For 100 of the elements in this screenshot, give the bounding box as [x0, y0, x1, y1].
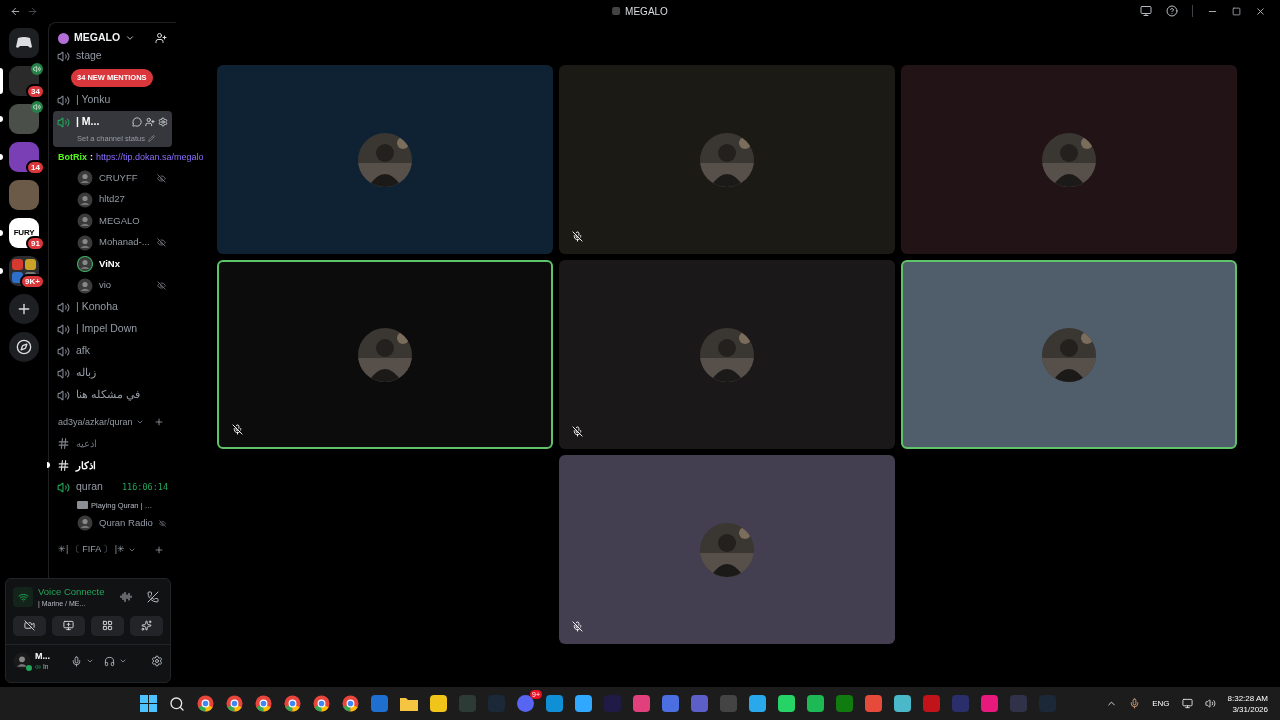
voice-member[interactable]: Mohanad-... [49, 231, 176, 254]
username[interactable]: M... [35, 650, 61, 662]
app-icon[interactable] [691, 695, 708, 712]
stream-off-icon [158, 518, 166, 528]
avatar [77, 213, 93, 229]
video-tile[interactable] [559, 65, 895, 254]
server-icon[interactable] [9, 104, 39, 134]
category-header[interactable]: ad3ya/azkar/quran [58, 415, 133, 429]
invite-icon[interactable] [145, 117, 155, 127]
voice-channel[interactable]: afk [53, 340, 172, 363]
server-name[interactable]: MEGALO [74, 30, 121, 46]
voice-channel[interactable]: | M... [53, 111, 172, 133]
overlay-separator: : [90, 150, 93, 164]
help-icon[interactable] [1166, 5, 1178, 17]
clock[interactable]: 8:32:28 AM 3/31/2026 [1227, 692, 1268, 715]
voice-member[interactable]: MEGALO [49, 210, 176, 232]
overlay-link[interactable]: https://tip.dokan.sa/megalo [96, 150, 204, 164]
video-tile[interactable] [217, 260, 553, 449]
back-icon[interactable] [10, 5, 21, 17]
microphone-icon[interactable] [71, 655, 82, 667]
app-icon[interactable] [749, 695, 766, 712]
voice-timer: 116:06:14 [121, 480, 168, 494]
microphone-icon[interactable] [1129, 698, 1141, 709]
headphones-icon[interactable] [104, 655, 115, 667]
app-icon[interactable] [865, 695, 882, 712]
discover-button[interactable] [9, 332, 39, 362]
voice-member[interactable]: ViNx [49, 253, 176, 275]
activities-button[interactable] [91, 615, 124, 636]
add-channel-icon[interactable] [154, 544, 164, 555]
app-icon[interactable] [633, 695, 650, 712]
noise-suppression-icon[interactable] [120, 591, 132, 604]
mention-count: 14 [26, 160, 45, 175]
browser-icon[interactable] [255, 695, 272, 712]
browser-icon[interactable] [197, 695, 214, 712]
pencil-icon[interactable] [147, 135, 155, 143]
app-icon[interactable] [778, 695, 795, 712]
avatar [77, 170, 93, 186]
disconnect-icon[interactable] [147, 591, 159, 604]
voice-channel[interactable]: | Konoha [53, 296, 172, 319]
app-icon[interactable] [575, 695, 592, 712]
chevron-icon[interactable] [125, 33, 136, 43]
voice-status[interactable]: Voice Connecte [38, 585, 110, 600]
voice-member[interactable]: vio [49, 274, 176, 297]
settings-icon[interactable] [158, 117, 168, 127]
app-icon[interactable] [430, 695, 447, 712]
speaker-icon [31, 63, 43, 75]
category-header[interactable]: ✳| 〔 FIFA 〕 |✳ [58, 543, 126, 557]
soundboard-button[interactable] [130, 615, 163, 636]
mention-count: 91 [26, 236, 45, 251]
browser-icon[interactable] [313, 695, 330, 712]
video-tile[interactable] [901, 260, 1237, 449]
voice-member[interactable]: hltd27 [49, 188, 176, 211]
settings-icon[interactable] [151, 655, 163, 668]
voice-channel[interactable]: | Impel Down [53, 318, 172, 341]
text-channel[interactable]: اذكار [53, 454, 172, 477]
stream-off-icon [157, 173, 166, 183]
app-icon[interactable] [981, 695, 998, 712]
voice-member[interactable]: CRUYFF [49, 167, 176, 189]
browser-icon[interactable] [342, 695, 359, 712]
app-icon[interactable] [894, 695, 911, 712]
browser-icon[interactable] [226, 695, 243, 712]
screen-share-button[interactable] [52, 615, 85, 636]
folder-icon[interactable] [400, 696, 418, 711]
speaker-icon [35, 663, 41, 670]
network-icon[interactable] [1181, 698, 1193, 709]
close-icon[interactable] [1255, 5, 1266, 17]
voice-member[interactable]: Quran Radio [49, 512, 176, 534]
video-tile[interactable] [559, 260, 895, 449]
video-tile[interactable] [559, 455, 895, 644]
voice-channel[interactable]: زباله [53, 362, 172, 385]
browser-icon[interactable] [284, 695, 301, 712]
server-icon[interactable] [9, 142, 39, 172]
text-channel[interactable]: ادعيه [53, 432, 172, 455]
voice-channel[interactable]: quran 116:06:14 [53, 476, 172, 499]
video-tile[interactable] [217, 65, 553, 254]
voice-channel[interactable]: | Yonku [53, 89, 172, 111]
add-server-button[interactable] [9, 294, 39, 324]
voice-channel[interactable]: في مشكله هنا [53, 384, 172, 407]
maximize-icon[interactable] [1232, 6, 1241, 16]
camera-off-icon [24, 620, 35, 632]
app-icon[interactable] [371, 695, 388, 712]
app-icon[interactable] [836, 695, 853, 712]
app-icon[interactable] [662, 695, 679, 712]
add-channel-icon[interactable] [154, 417, 164, 428]
home-button[interactable] [9, 28, 39, 58]
avatar [77, 256, 93, 272]
chat-icon[interactable] [132, 117, 142, 127]
app-icon[interactable] [807, 695, 824, 712]
invite-icon[interactable] [155, 32, 167, 44]
language-indicator[interactable]: ENG [1152, 697, 1170, 710]
windows-start-icon[interactable] [140, 695, 157, 712]
camera-button[interactable] [13, 615, 46, 636]
hash-icon [57, 436, 70, 450]
discord-app-icon[interactable] [517, 695, 534, 712]
video-tile[interactable] [901, 65, 1237, 254]
volume-icon[interactable] [1204, 698, 1216, 709]
voice-channel[interactable]: stage [53, 45, 172, 67]
unread-indicator [0, 116, 3, 122]
app-icon[interactable] [546, 695, 563, 712]
search-icon[interactable] [169, 695, 185, 712]
